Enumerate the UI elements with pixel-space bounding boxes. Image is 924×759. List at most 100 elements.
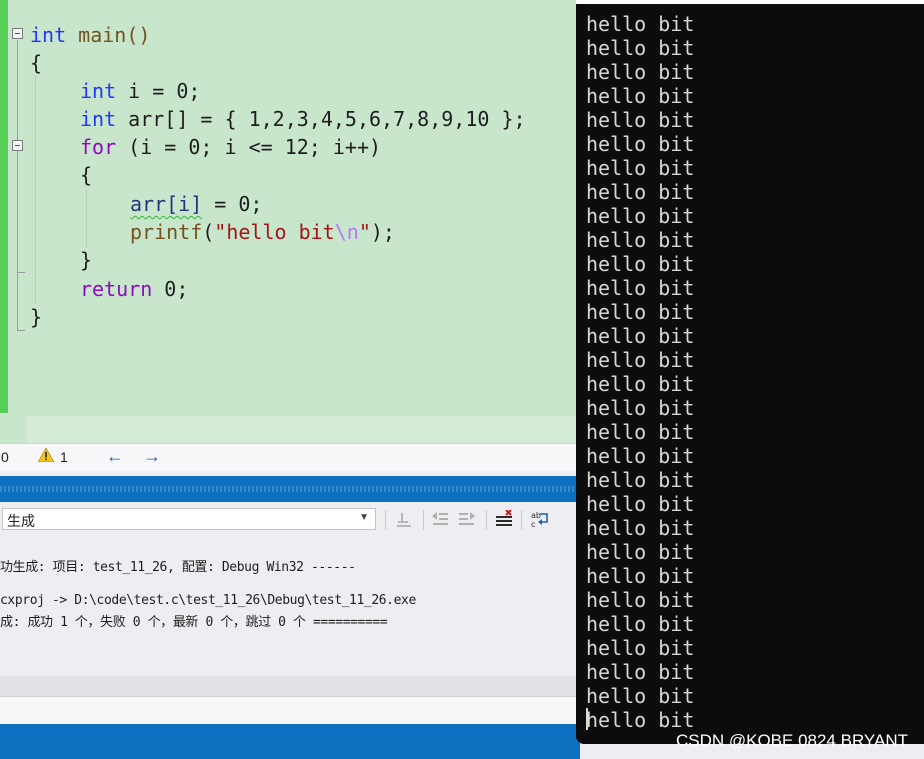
- collapse-for-icon[interactable]: [12, 140, 23, 151]
- toolbar-divider: [423, 510, 424, 530]
- code-text: 0;: [152, 277, 189, 301]
- keyword: return: [80, 277, 153, 301]
- editor-status-bar: 0 1 ← →: [0, 443, 580, 471]
- console-line: hello bit: [586, 372, 695, 396]
- next-message-icon[interactable]: [458, 510, 476, 528]
- text-cursor: [586, 708, 588, 730]
- svg-text:c: c: [531, 520, 535, 528]
- console-line: hello bit: [586, 12, 695, 36]
- console-line: hello bit: [586, 588, 695, 612]
- string-literal-end: ": [358, 220, 371, 244]
- code-line-2: {: [30, 51, 43, 75]
- code-editor[interactable]: int main() { int i = 0; int arr[] = { 1,…: [0, 0, 586, 444]
- output-toolbar: 生成 ▼ ab c: [0, 502, 580, 536]
- console-line: hello bit: [586, 492, 695, 516]
- console-line: hello bit: [586, 636, 695, 660]
- console-line: hello bit: [586, 324, 695, 348]
- console-line: hello bit: [586, 300, 695, 324]
- console-line: hello bit: [586, 252, 695, 276]
- change-tracking-bar: [0, 0, 8, 443]
- console-line: hello bit: [586, 228, 695, 252]
- console-top-border: [576, 0, 924, 4]
- outline-end: [17, 330, 25, 331]
- horizontal-scroll-area[interactable]: [0, 413, 586, 444]
- console-line: hello bit: [586, 420, 695, 444]
- output-source-value: 生成: [7, 513, 35, 529]
- console-line: hello bit: [586, 444, 695, 468]
- code-text: i = 0;: [116, 79, 201, 103]
- code-text: (: [202, 220, 215, 244]
- keyword: int: [80, 79, 117, 103]
- output-line: cxproj -> D:\code\test.c\test_11_26\Debu…: [0, 593, 416, 608]
- output-line: 功生成: 项目: test_11_26, 配置: Debug Win32 ---…: [0, 560, 356, 575]
- code-line-11: }: [30, 305, 43, 329]
- warning-squiggle-expression[interactable]: arr[i]: [130, 192, 202, 216]
- function-name: printf: [130, 220, 203, 244]
- console-line: hello bit: [586, 612, 695, 636]
- string-literal: "hello bit: [214, 220, 335, 244]
- collapse-main-icon[interactable]: [12, 28, 23, 39]
- outline-end-for: [17, 272, 25, 273]
- output-source-select[interactable]: 生成 ▼: [2, 508, 376, 530]
- console-line: hello bit: [586, 276, 695, 300]
- console-line: hello bit: [586, 84, 695, 108]
- console-line: hello bit: [586, 156, 695, 180]
- code-line-8: printf("hello bit\n");: [130, 218, 395, 246]
- console-line: hello bit: [586, 396, 695, 420]
- code-line-3: int i = 0;: [80, 77, 200, 105]
- console-line: hello bit: [586, 564, 695, 588]
- code-text: (i = 0; i <= 12; i++): [116, 135, 382, 159]
- toolbar-divider: [385, 510, 386, 530]
- ide-status-bar: [0, 724, 580, 759]
- console-line: hello bit: [586, 348, 695, 372]
- keyword: int: [30, 23, 67, 47]
- console-window[interactable]: hello bit hello bit hello bit hello bit hell…: [576, 0, 924, 744]
- console-line: hello bit: [586, 132, 695, 156]
- word-wrap-icon[interactable]: ab c: [531, 510, 549, 528]
- console-line: hello bit: [586, 468, 695, 492]
- warning-count[interactable]: 1: [60, 449, 68, 465]
- console-line: hello bit: [586, 204, 695, 228]
- warning-icon[interactable]: [38, 448, 54, 462]
- chevron-down-icon: ▼: [359, 512, 369, 523]
- keyword: int: [80, 107, 117, 131]
- code-line-5: for (i = 0; i <= 12; i++): [80, 133, 381, 161]
- find-message-icon[interactable]: [395, 510, 413, 528]
- code-text: arr[] = { 1,2,3,4,5,6,7,8,9,10 };: [116, 107, 526, 131]
- previous-message-icon[interactable]: [431, 510, 449, 528]
- code-text: );: [370, 220, 395, 244]
- keyword: for: [80, 135, 117, 159]
- output-panel-title-bar[interactable]: [0, 476, 580, 502]
- clear-all-icon[interactable]: [495, 510, 513, 528]
- watermark: CSDN @KOBE 0824 BRYANT: [675, 731, 908, 750]
- console-line: hello bit: [586, 708, 695, 732]
- console-line: hello bit: [586, 684, 695, 708]
- outline-line: [17, 40, 18, 330]
- code-line-10: return 0;: [80, 275, 188, 303]
- escape-sequence: \n: [334, 220, 359, 244]
- output-line: 成: 成功 1 个，失败 0 个，最新 0 个，跳过 0 个 =========…: [0, 615, 388, 630]
- function-name: main(): [78, 23, 151, 47]
- code-line-9: }: [80, 248, 93, 272]
- code-line-6: {: [80, 163, 93, 187]
- svg-text:ab: ab: [531, 511, 541, 520]
- code-line-7: arr[i] = 0;: [130, 190, 262, 218]
- error-count[interactable]: 0: [1, 449, 9, 465]
- panel-tab-strip: [0, 696, 580, 725]
- code-line-1: int main(): [30, 21, 150, 49]
- console-line: hello bit: [586, 660, 695, 684]
- output-text-area[interactable]: 功生成: 项目: test_11_26, 配置: Debug Win32 ---…: [0, 536, 580, 676]
- console-line: hello bit: [586, 36, 695, 60]
- indent-guide: [86, 190, 87, 248]
- console-line: hello bit: [586, 180, 695, 204]
- indent-guide: [35, 76, 36, 304]
- arrow-right-icon[interactable]: →: [143, 446, 161, 467]
- output-scroll-area[interactable]: [0, 676, 580, 696]
- code-text: = 0;: [202, 192, 263, 216]
- console-line: hello bit: [586, 540, 695, 564]
- toolbar-divider: [521, 510, 522, 530]
- console-line: hello bit: [586, 60, 695, 84]
- code-line-4: int arr[] = { 1,2,3,4,5,6,7,8,9,10 };: [80, 105, 526, 133]
- arrow-left-icon[interactable]: ←: [106, 446, 124, 467]
- toolbar-divider: [486, 510, 487, 530]
